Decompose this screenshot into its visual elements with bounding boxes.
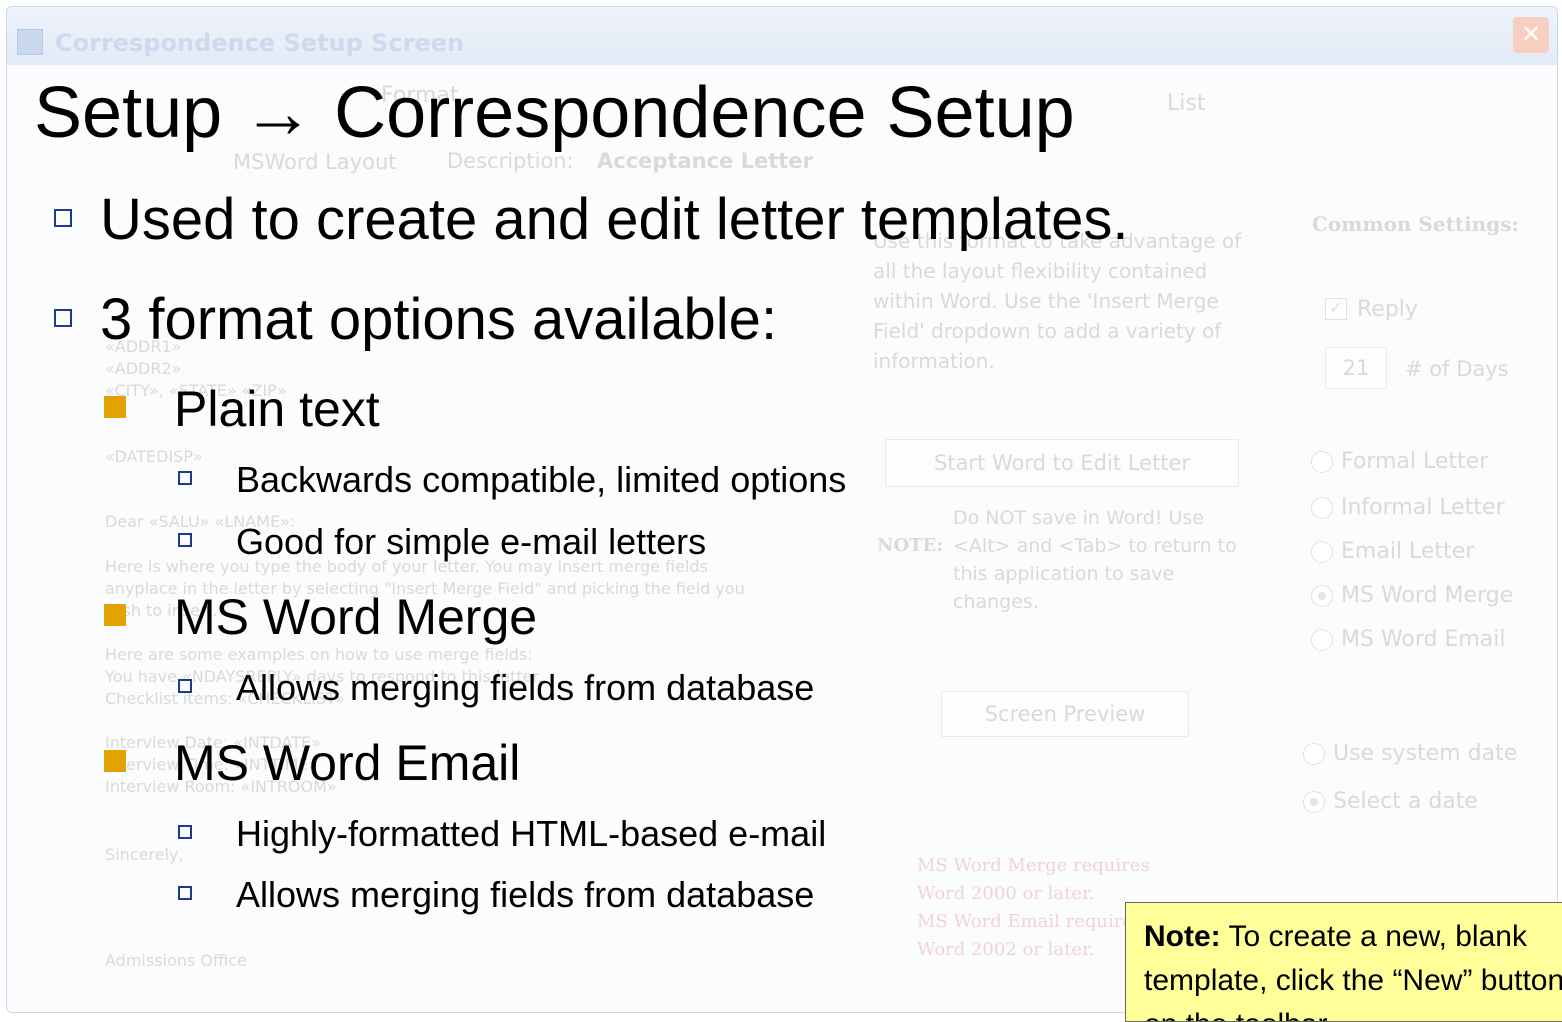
note-text-line: <Alt> and <Tab> to return to: [953, 535, 1237, 557]
help-line-3: within Word. Use the 'Insert Merge: [873, 289, 1219, 313]
radio-email-letter[interactable]: [1311, 541, 1333, 563]
common-settings-label: Common Settings:: [1312, 212, 1519, 236]
slide-title: Setup → Correspondence Setup: [34, 73, 1075, 153]
radio-use-system-date[interactable]: [1303, 743, 1325, 765]
hollow-square-bullet-icon: [178, 471, 192, 486]
bullet-item: Used to create and edit letter templates…: [54, 186, 1128, 253]
radio-ms-word-merge[interactable]: [1311, 585, 1333, 607]
detail-item: Good for simple e-mail letters: [178, 521, 706, 563]
format-option-label: Formal Letter: [1341, 449, 1489, 474]
bullet-text: 3 format options available:: [100, 287, 778, 352]
format-option-label: MS Word Email: [1341, 627, 1506, 652]
reply-checkbox[interactable]: ✓: [1325, 298, 1347, 320]
hollow-square-bullet-icon: [54, 208, 72, 227]
requirement-line: Word 2000 or later.: [917, 883, 1095, 904]
reply-label: Reply: [1357, 297, 1418, 322]
detail-item: Backwards compatible, limited options: [178, 459, 846, 501]
detail-item: Allows merging fields from database: [178, 667, 814, 709]
help-line-5: information.: [873, 349, 995, 373]
close-icon[interactable]: ✕: [1513, 17, 1549, 53]
format-option-title: Plain text: [174, 381, 380, 437]
detail-text: Allows merging fields from database: [236, 667, 815, 708]
note-text-line: this application to save: [953, 563, 1175, 585]
radio-formal-letter[interactable]: [1311, 451, 1333, 473]
detail-item: Highly-formatted HTML-based e-mail: [178, 813, 826, 855]
detail-item: Allows merging fields from database: [178, 874, 814, 916]
window-title: Correspondence Setup Screen: [55, 29, 465, 57]
hollow-square-bullet-icon: [178, 533, 192, 548]
letter-line: Sincerely,: [105, 845, 184, 864]
window-titlebar: Correspondence Setup Screen ✕: [7, 7, 1557, 65]
detail-text: Good for simple e-mail letters: [236, 521, 707, 562]
note-callout: Note: To create a new, blank template, c…: [1125, 902, 1562, 1022]
screen-preview-button[interactable]: Screen Preview: [941, 691, 1189, 737]
gold-square-bullet-icon: [104, 603, 126, 626]
format-option-label: Informal Letter: [1341, 495, 1505, 520]
correspondence-setup-window: Correspondence Setup Screen ✕ Format Lis…: [6, 6, 1558, 1013]
help-line-4: Field' dropdown to add a variety of: [873, 319, 1222, 343]
hollow-square-bullet-icon: [54, 308, 72, 327]
format-option-item: MS Word Email: [104, 734, 520, 792]
detail-text: Highly-formatted HTML-based e-mail: [236, 813, 827, 854]
radio-select-a-date[interactable]: [1303, 791, 1325, 813]
use-system-date-label: Use system date: [1333, 741, 1518, 766]
format-option-title: MS Word Merge: [174, 589, 538, 645]
app-icon: [17, 29, 43, 55]
hollow-square-bullet-icon: [178, 679, 192, 694]
start-word-button[interactable]: Start Word to Edit Letter: [885, 439, 1239, 487]
gold-square-bullet-icon: [104, 749, 126, 772]
requirement-line: Word 2002 or later.: [917, 939, 1095, 960]
format-option-item: MS Word Merge: [104, 588, 537, 646]
requirement-line: MS Word Merge requires: [917, 855, 1150, 876]
note-text-line: Do NOT save in Word! Use: [953, 507, 1204, 529]
bullet-item: 3 format options available:: [54, 286, 777, 353]
requirement-line: MS Word Email requires: [917, 911, 1143, 932]
letter-line: «ADDR2»: [105, 359, 182, 378]
radio-informal-letter[interactable]: [1311, 497, 1333, 519]
note-label: NOTE:: [877, 535, 943, 556]
format-option-title: MS Word Email: [174, 735, 521, 791]
hollow-square-bullet-icon: [178, 825, 192, 840]
radio-ms-word-email[interactable]: [1311, 629, 1333, 651]
detail-text: Allows merging fields from database: [236, 874, 815, 915]
format-option-label: MS Word Merge: [1341, 583, 1514, 608]
help-line-2: all the layout flexibility contained: [873, 259, 1208, 283]
list-tab[interactable]: List: [1167, 91, 1205, 116]
select-a-date-label: Select a date: [1333, 789, 1478, 814]
bullet-text: Used to create and edit letter templates…: [100, 187, 1129, 252]
days-input[interactable]: 21: [1325, 347, 1387, 389]
letter-line: Admissions Office: [105, 951, 248, 970]
gold-square-bullet-icon: [104, 395, 126, 418]
detail-text: Backwards compatible, limited options: [236, 459, 847, 500]
format-option-label: Email Letter: [1341, 539, 1475, 564]
hollow-square-bullet-icon: [178, 886, 192, 901]
days-label: # of Days: [1405, 357, 1509, 381]
note-text-line: changes.: [953, 591, 1039, 613]
letter-line: Here are some examples on how to use mer…: [105, 645, 533, 664]
note-bold-label: Note:: [1144, 920, 1221, 953]
format-option-item: Plain text: [104, 380, 380, 438]
